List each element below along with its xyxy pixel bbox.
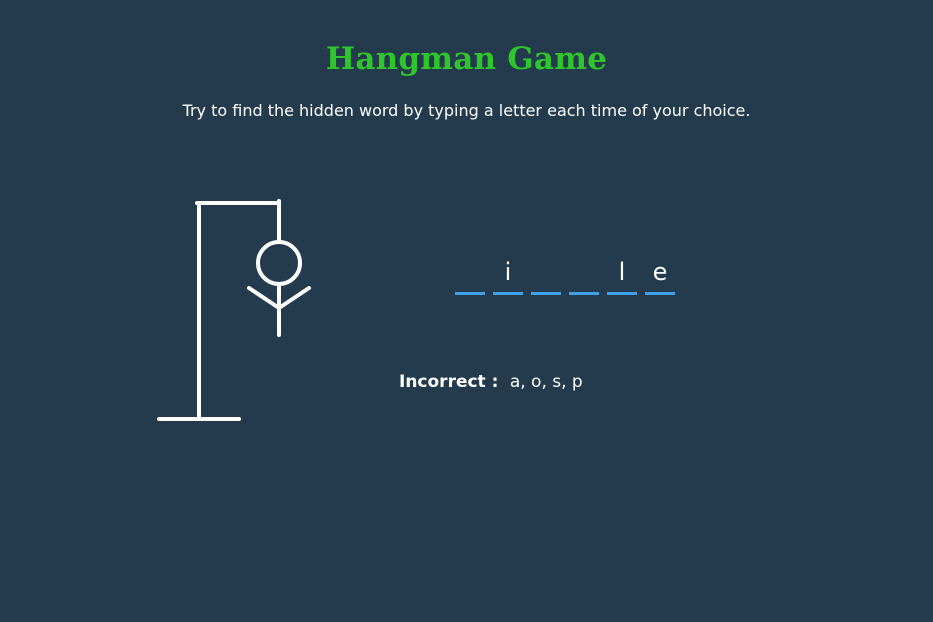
letter-slot: i [493, 255, 523, 295]
letter-slot: l [607, 255, 637, 295]
page-title: Hangman Game [325, 41, 608, 77]
letter-slot: e [645, 255, 675, 295]
figure-left-arm [247, 286, 281, 310]
instructions-text: Try to find the hidden word by typing a … [182, 101, 751, 120]
figure-head [256, 240, 302, 286]
hangman-figure [157, 199, 311, 421]
hidden-word: i l e [455, 255, 675, 295]
gallows-frame [157, 199, 281, 421]
letter-slot [569, 255, 599, 295]
game-page: Hangman Game Try to find the hidden word… [0, 0, 933, 622]
incorrect-label: Incorrect : [399, 372, 499, 392]
letter-slot [531, 255, 561, 295]
stick-figure [247, 240, 311, 337]
incorrect-letters: a, o, s, p [509, 372, 583, 392]
figure-right-arm [277, 286, 311, 310]
incorrect-guesses: Incorrect : a, o, s, p [399, 370, 583, 394]
letter-slot [455, 255, 485, 295]
